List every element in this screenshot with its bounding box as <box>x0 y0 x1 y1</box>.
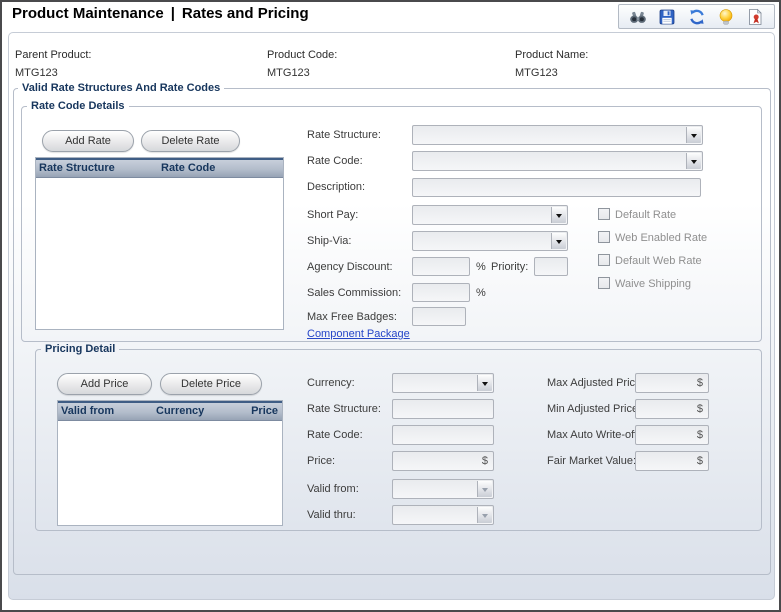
web-enabled-rate-checkbox-label: Web Enabled Rate <box>615 232 707 244</box>
max-adjusted-price-input[interactable]: $ <box>635 373 709 393</box>
pricing-rate-code-label: Rate Code: <box>307 429 363 441</box>
valid-from-select[interactable] <box>392 479 494 499</box>
description-label: Description: <box>307 181 365 193</box>
ship-via-select[interactable] <box>412 231 568 251</box>
max-auto-writeoff-dollar-suffix: $ <box>697 429 703 441</box>
prices-table-header: Valid from Currency Price <box>58 401 282 421</box>
rate-codes-table-header: Rate Structure Rate Code <box>36 158 283 178</box>
add-price-button[interactable]: Add Price <box>57 373 152 395</box>
max-adjusted-price-label: Max Adjusted Price: <box>547 377 644 389</box>
rate-code-select[interactable] <box>412 151 703 171</box>
pricing-detail-legend: Pricing Detail <box>41 343 119 356</box>
component-package-link[interactable]: Component Package <box>307 328 410 340</box>
refresh-icon[interactable] <box>688 8 706 26</box>
valid-from-column-header: Valid from <box>61 405 114 417</box>
valid-rate-structures-legend: Valid Rate Structures And Rate Codes <box>18 82 224 95</box>
product-name-value: MTG123 <box>515 67 558 79</box>
price-input[interactable]: $ <box>392 451 494 471</box>
rate-code-column-header: Rate Code <box>161 162 215 174</box>
chevron-down-icon <box>477 507 492 523</box>
rate-structure-label: Rate Structure: <box>307 129 381 141</box>
prices-table: Valid from Currency Price <box>57 400 283 526</box>
ship-via-label: Ship-Via: <box>307 235 351 247</box>
agency-discount-label: Agency Discount: <box>307 261 393 273</box>
max-free-badges-label: Max Free Badges: <box>307 311 397 323</box>
delete-rate-button[interactable]: Delete Rate <box>141 130 240 152</box>
default-rate-checkbox-label: Default Rate <box>615 209 676 221</box>
web-enabled-rate-checkbox[interactable] <box>598 231 610 243</box>
sales-commission-label: Sales Commission: <box>307 287 401 299</box>
prices-table-body[interactable] <box>58 421 282 523</box>
product-code-label: Product Code: <box>267 49 337 61</box>
agency-discount-input[interactable] <box>412 257 470 276</box>
page-title: Product Maintenance | Rates and Pricing <box>12 5 309 22</box>
waive-shipping-checkbox-label: Waive Shipping <box>615 278 691 290</box>
priority-input[interactable] <box>534 257 568 276</box>
default-web-rate-checkbox[interactable] <box>598 254 610 266</box>
agency-discount-percent-suffix: % <box>476 261 486 273</box>
priority-label: Priority: <box>491 261 528 273</box>
product-name-label: Product Name: <box>515 49 588 61</box>
chevron-down-icon <box>477 375 492 391</box>
waive-shipping-checkbox[interactable] <box>598 277 610 289</box>
pdf-export-icon[interactable] <box>746 8 764 26</box>
page-title-screen: Rates and Pricing <box>182 5 309 22</box>
min-adjusted-price-input[interactable]: $ <box>635 399 709 419</box>
max-auto-writeoff-label: Max Auto Write-off: <box>547 429 640 441</box>
chevron-down-icon <box>686 153 701 169</box>
valid-thru-select[interactable] <box>392 505 494 525</box>
product-code-value: MTG123 <box>267 67 310 79</box>
short-pay-select[interactable] <box>412 205 568 225</box>
fair-market-value-label: Fair Market Value: <box>547 455 636 467</box>
chevron-down-icon <box>551 233 566 249</box>
fair-market-value-dollar-suffix: $ <box>697 455 703 467</box>
chevron-down-icon <box>686 127 701 143</box>
currency-column-header: Currency <box>156 405 204 417</box>
binoculars-icon[interactable] <box>629 8 647 26</box>
page-title-separator: | <box>171 5 175 22</box>
pricing-rate-structure-label: Rate Structure: <box>307 403 381 415</box>
currency-label: Currency: <box>307 377 355 389</box>
rate-code-details-legend: Rate Code Details <box>27 100 129 113</box>
parent-product-label: Parent Product: <box>15 49 91 61</box>
default-rate-checkbox[interactable] <box>598 208 610 220</box>
sales-commission-percent-suffix: % <box>476 287 486 299</box>
rate-structure-column-header: Rate Structure <box>39 162 115 174</box>
save-icon[interactable] <box>658 8 676 26</box>
currency-select[interactable] <box>392 373 494 393</box>
min-adjusted-price-dollar-suffix: $ <box>697 403 703 415</box>
valid-from-label: Valid from: <box>307 483 359 495</box>
max-free-badges-input[interactable] <box>412 307 466 326</box>
price-label: Price: <box>307 455 335 467</box>
fair-market-value-input[interactable]: $ <box>635 451 709 471</box>
rate-code-label: Rate Code: <box>307 155 363 167</box>
default-web-rate-checkbox-label: Default Web Rate <box>615 255 702 267</box>
min-adjusted-price-label: Min Adjusted Price <box>547 403 638 415</box>
delete-price-button[interactable]: Delete Price <box>160 373 262 395</box>
add-rate-button[interactable]: Add Rate <box>42 130 134 152</box>
chevron-down-icon <box>477 481 492 497</box>
rate-structure-select[interactable] <box>412 125 703 145</box>
price-column-header: Price <box>251 405 278 417</box>
rate-codes-table-body[interactable] <box>36 178 283 327</box>
rate-codes-table: Rate Structure Rate Code <box>35 157 284 330</box>
pricing-rate-structure-input[interactable] <box>392 399 494 419</box>
valid-thru-label: Valid thru: <box>307 509 356 521</box>
short-pay-label: Short Pay: <box>307 209 358 221</box>
parent-product-value: MTG123 <box>15 67 58 79</box>
max-auto-writeoff-input[interactable]: $ <box>635 425 709 445</box>
toolbar <box>618 4 775 29</box>
product-maintenance-window: Product Maintenance | Rates and Pricing <box>0 0 781 612</box>
chevron-down-icon <box>551 207 566 223</box>
description-input[interactable] <box>412 178 701 197</box>
pricing-rate-code-input[interactable] <box>392 425 494 445</box>
price-dollar-suffix: $ <box>482 455 488 467</box>
max-adjusted-price-dollar-suffix: $ <box>697 377 703 389</box>
sales-commission-input[interactable] <box>412 283 470 302</box>
lightbulb-icon[interactable] <box>717 8 735 26</box>
page-title-module: Product Maintenance <box>12 5 164 22</box>
